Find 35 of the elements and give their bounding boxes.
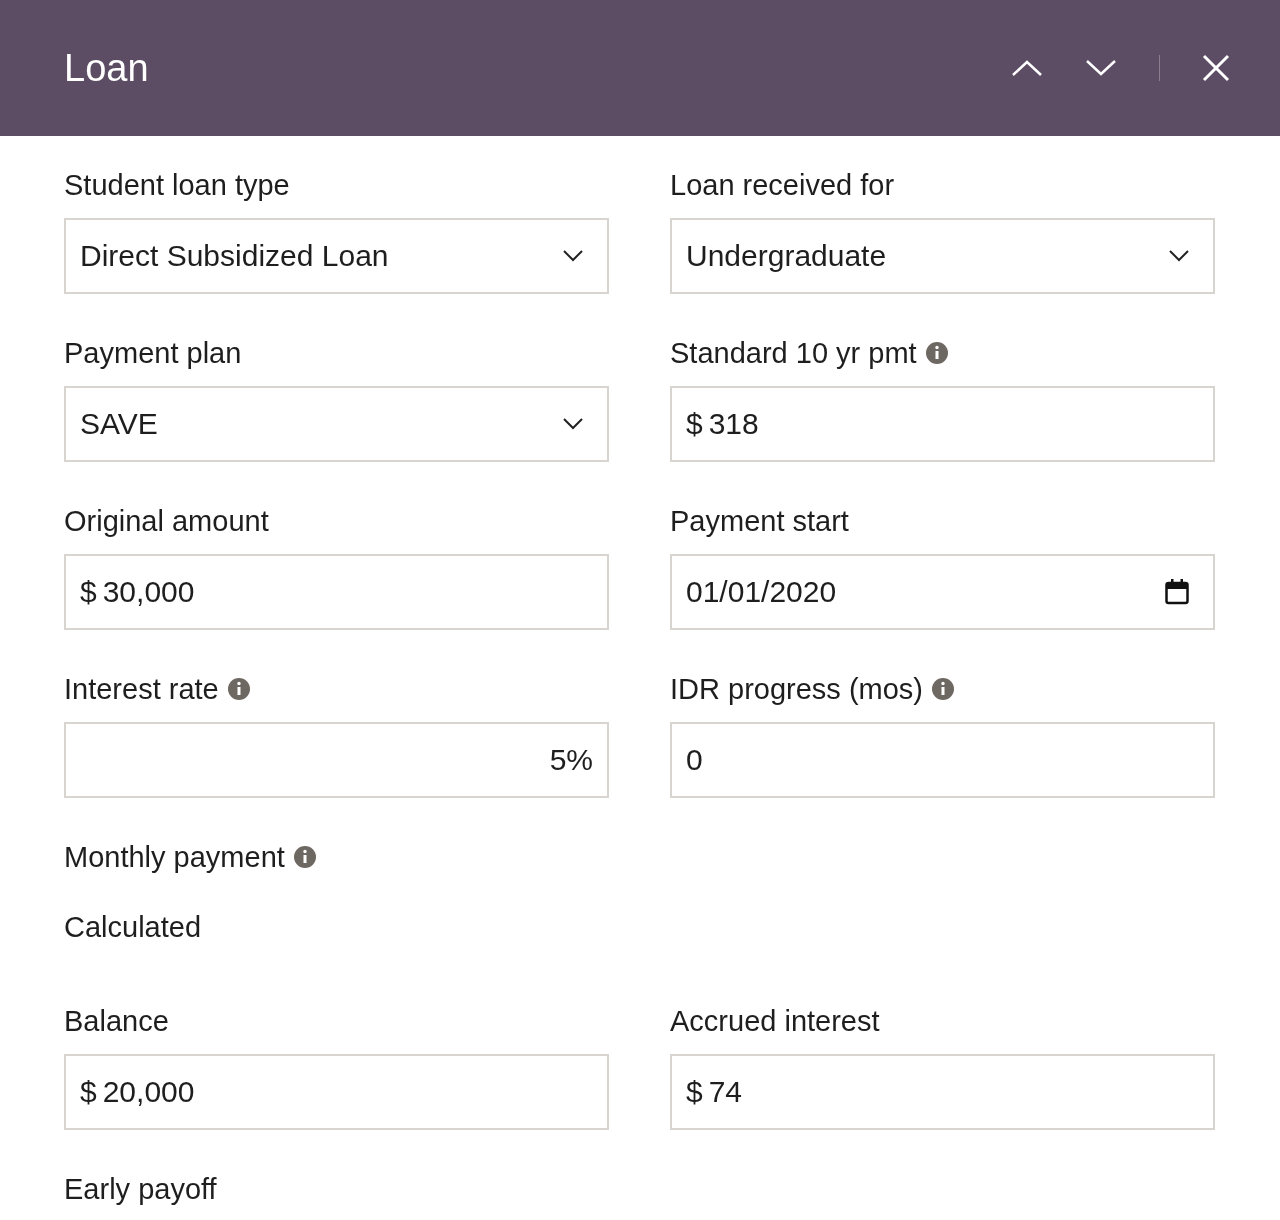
chevron-down-icon bbox=[563, 418, 583, 430]
dropdown[interactable]: Direct Subsidized Loan bbox=[64, 218, 609, 294]
info-icon[interactable] bbox=[931, 677, 955, 701]
input-field[interactable]: 01/01/2020 bbox=[670, 554, 1215, 630]
dialog-title: Loan bbox=[64, 46, 149, 90]
field-label: Original amount bbox=[64, 504, 269, 538]
chevron-down-icon[interactable] bbox=[1085, 59, 1117, 77]
dropdown[interactable]: SAVE bbox=[64, 386, 609, 462]
field-label: Standard 10 yr pmt bbox=[670, 336, 917, 370]
info-icon[interactable] bbox=[292, 845, 317, 869]
chevron-down-icon bbox=[563, 250, 583, 262]
field-label: Accrued interest bbox=[670, 1004, 880, 1038]
input-field[interactable]: $ 20,000 bbox=[64, 1054, 609, 1130]
field-label: Payment plan bbox=[64, 336, 242, 370]
field-label: Student loan type bbox=[64, 168, 290, 202]
input-field[interactable]: 5% bbox=[64, 722, 609, 798]
chevron-up-icon[interactable] bbox=[1011, 59, 1043, 77]
field-label: Payment start bbox=[670, 504, 849, 538]
calculated-text: Calculated bbox=[64, 910, 203, 944]
close-icon[interactable] bbox=[1202, 54, 1230, 82]
input-field[interactable]: $ 74 bbox=[670, 1054, 1215, 1130]
input-field[interactable]: $ 318 bbox=[670, 386, 1215, 462]
info-icon[interactable] bbox=[226, 677, 251, 701]
field-label: Loan received for bbox=[670, 168, 895, 202]
field-label: Early payoff bbox=[64, 1172, 217, 1206]
input-field[interactable]: $ 30,000 bbox=[64, 554, 609, 630]
dropdown[interactable]: Undergraduate bbox=[670, 218, 1215, 294]
field-label: Monthly payment bbox=[64, 840, 285, 874]
calendar-icon bbox=[1165, 579, 1189, 605]
input-field[interactable]: 0 bbox=[670, 722, 1215, 798]
field-label: IDR progress (mos) bbox=[670, 672, 923, 706]
chevron-down-icon bbox=[1169, 250, 1189, 262]
field-label: Interest rate bbox=[64, 672, 219, 706]
field-label: Balance bbox=[64, 1004, 169, 1038]
info-icon[interactable] bbox=[924, 341, 949, 365]
